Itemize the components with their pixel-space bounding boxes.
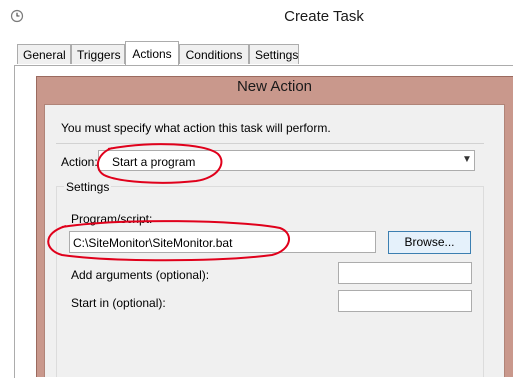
create-task-title: Create Task — [284, 8, 364, 25]
new-action-title: New Action — [236, 78, 313, 95]
tab-strip: General Triggers Actions Conditions Sett… — [0, 40, 513, 67]
start-in-input[interactable] — [338, 290, 472, 312]
separator-line — [56, 143, 484, 144]
start-in-label: Start in (optional): — [71, 296, 166, 310]
tab-conditions[interactable]: Conditions — [179, 44, 249, 64]
program-script-label: Program/script: — [71, 212, 153, 226]
instruction-text: You must specify what action this task w… — [61, 121, 331, 135]
tab-settings[interactable]: Settings — [249, 44, 299, 64]
tab-actions[interactable]: Actions — [125, 41, 179, 65]
browse-button[interactable]: Browse... — [388, 231, 471, 254]
tab-triggers[interactable]: Triggers — [71, 44, 125, 64]
add-arguments-input[interactable] — [338, 262, 472, 284]
program-script-value: C:\SiteMonitor\SiteMonitor.bat — [73, 236, 233, 250]
action-selected-value: Start a program — [112, 155, 196, 169]
tab-general[interactable]: General — [17, 44, 71, 64]
chevron-down-icon[interactable]: ▼ — [462, 154, 472, 165]
settings-group-label: Settings — [64, 180, 112, 194]
add-arguments-label: Add arguments (optional): — [71, 268, 210, 282]
action-label: Action: — [61, 155, 98, 169]
